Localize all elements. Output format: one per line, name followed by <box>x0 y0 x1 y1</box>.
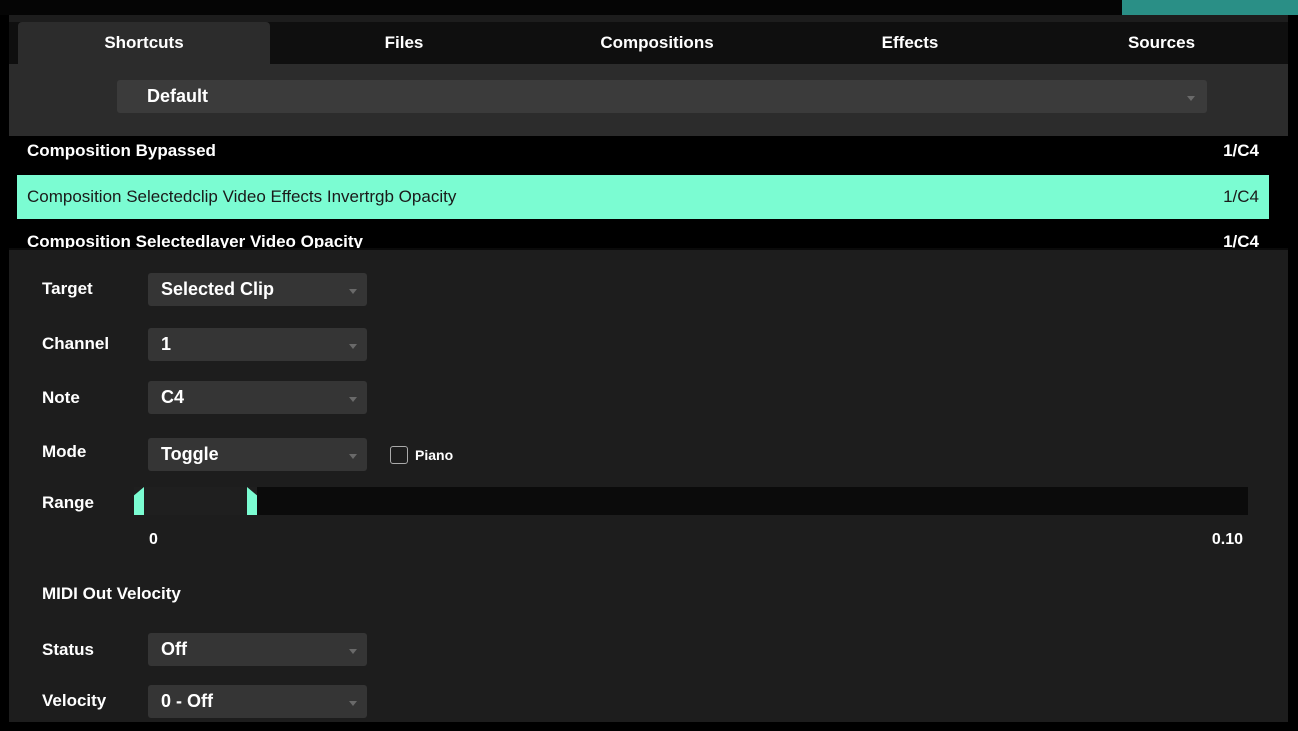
chevron-down-icon <box>349 454 357 459</box>
piano-checkbox[interactable] <box>390 446 408 464</box>
tab-files[interactable]: Files <box>279 22 529 64</box>
velocity-label: Velocity <box>42 691 107 710</box>
piano-label: Piano <box>415 447 454 463</box>
mode-value: Toggle <box>161 444 219 464</box>
tab-compositions[interactable]: Compositions <box>529 22 785 64</box>
shortcut-key: 1/C4 <box>1223 141 1259 160</box>
range-slider[interactable] <box>134 487 1248 515</box>
tab-bar: Shortcuts Files Compositions Effects Sou… <box>9 22 1288 64</box>
note-value: C4 <box>161 387 185 407</box>
tab-shortcuts[interactable]: Shortcuts <box>18 22 270 64</box>
chevron-down-icon <box>349 649 357 654</box>
velocity-dropdown[interactable]: 0 - Off <box>148 685 367 718</box>
top-accent-bar <box>1122 0 1298 15</box>
chevron-down-icon <box>349 289 357 294</box>
shortcut-list[interactable]: Composition Bypassed 1/C4 Composition Se… <box>9 136 1288 248</box>
chevron-down-icon <box>349 344 357 349</box>
list-item[interactable]: Composition Bypassed 1/C4 <box>17 136 1269 173</box>
tab-effects[interactable]: Effects <box>785 22 1035 64</box>
range-selection <box>134 487 257 515</box>
shortcut-name: Composition Selectedlayer Video Opacity <box>27 232 364 248</box>
tab-sources[interactable]: Sources <box>1035 22 1288 64</box>
velocity-value: 0 - Off <box>161 691 213 711</box>
chevron-down-icon <box>349 397 357 402</box>
preset-dropdown-value: Default <box>147 86 209 106</box>
range-max-value: 0.10 <box>1211 531 1243 548</box>
preset-dropdown[interactable]: Default <box>117 80 1207 113</box>
chevron-down-icon <box>1187 96 1195 101</box>
shortcut-name: Composition Bypassed <box>27 141 216 160</box>
preset-bar: Default <box>9 64 1288 136</box>
list-item-selected[interactable]: Composition Selectedclip Video Effects I… <box>17 175 1269 219</box>
status-dropdown[interactable]: Off <box>148 633 367 666</box>
channel-dropdown[interactable]: 1 <box>148 328 367 361</box>
status-value: Off <box>161 639 187 659</box>
range-min-value: 0 <box>149 531 158 548</box>
shortcut-key: 1/C4 <box>1223 187 1259 206</box>
note-dropdown[interactable]: C4 <box>148 381 367 414</box>
target-label: Target <box>42 279 93 298</box>
target-value: Selected Clip <box>161 279 275 299</box>
channel-value: 1 <box>161 334 172 354</box>
mode-dropdown[interactable]: Toggle <box>148 438 367 471</box>
note-label: Note <box>42 388 80 407</box>
target-dropdown[interactable]: Selected Clip <box>148 273 367 306</box>
window-top-strip <box>0 0 1298 15</box>
status-label: Status <box>42 640 94 659</box>
midi-out-heading: MIDI Out Velocity <box>42 584 181 603</box>
channel-label: Channel <box>42 334 110 353</box>
shortcut-key: 1/C4 <box>1223 232 1259 248</box>
mode-label: Mode <box>42 442 87 461</box>
shortcut-name: Composition Selectedclip Video Effects I… <box>27 187 457 206</box>
list-item[interactable]: Composition Selectedlayer Video Opacity … <box>17 220 1269 248</box>
range-label: Range <box>42 493 94 512</box>
chevron-down-icon <box>349 701 357 706</box>
shortcut-settings-panel: Target Selected Clip Channel 1 Note C4 M… <box>9 248 1288 722</box>
